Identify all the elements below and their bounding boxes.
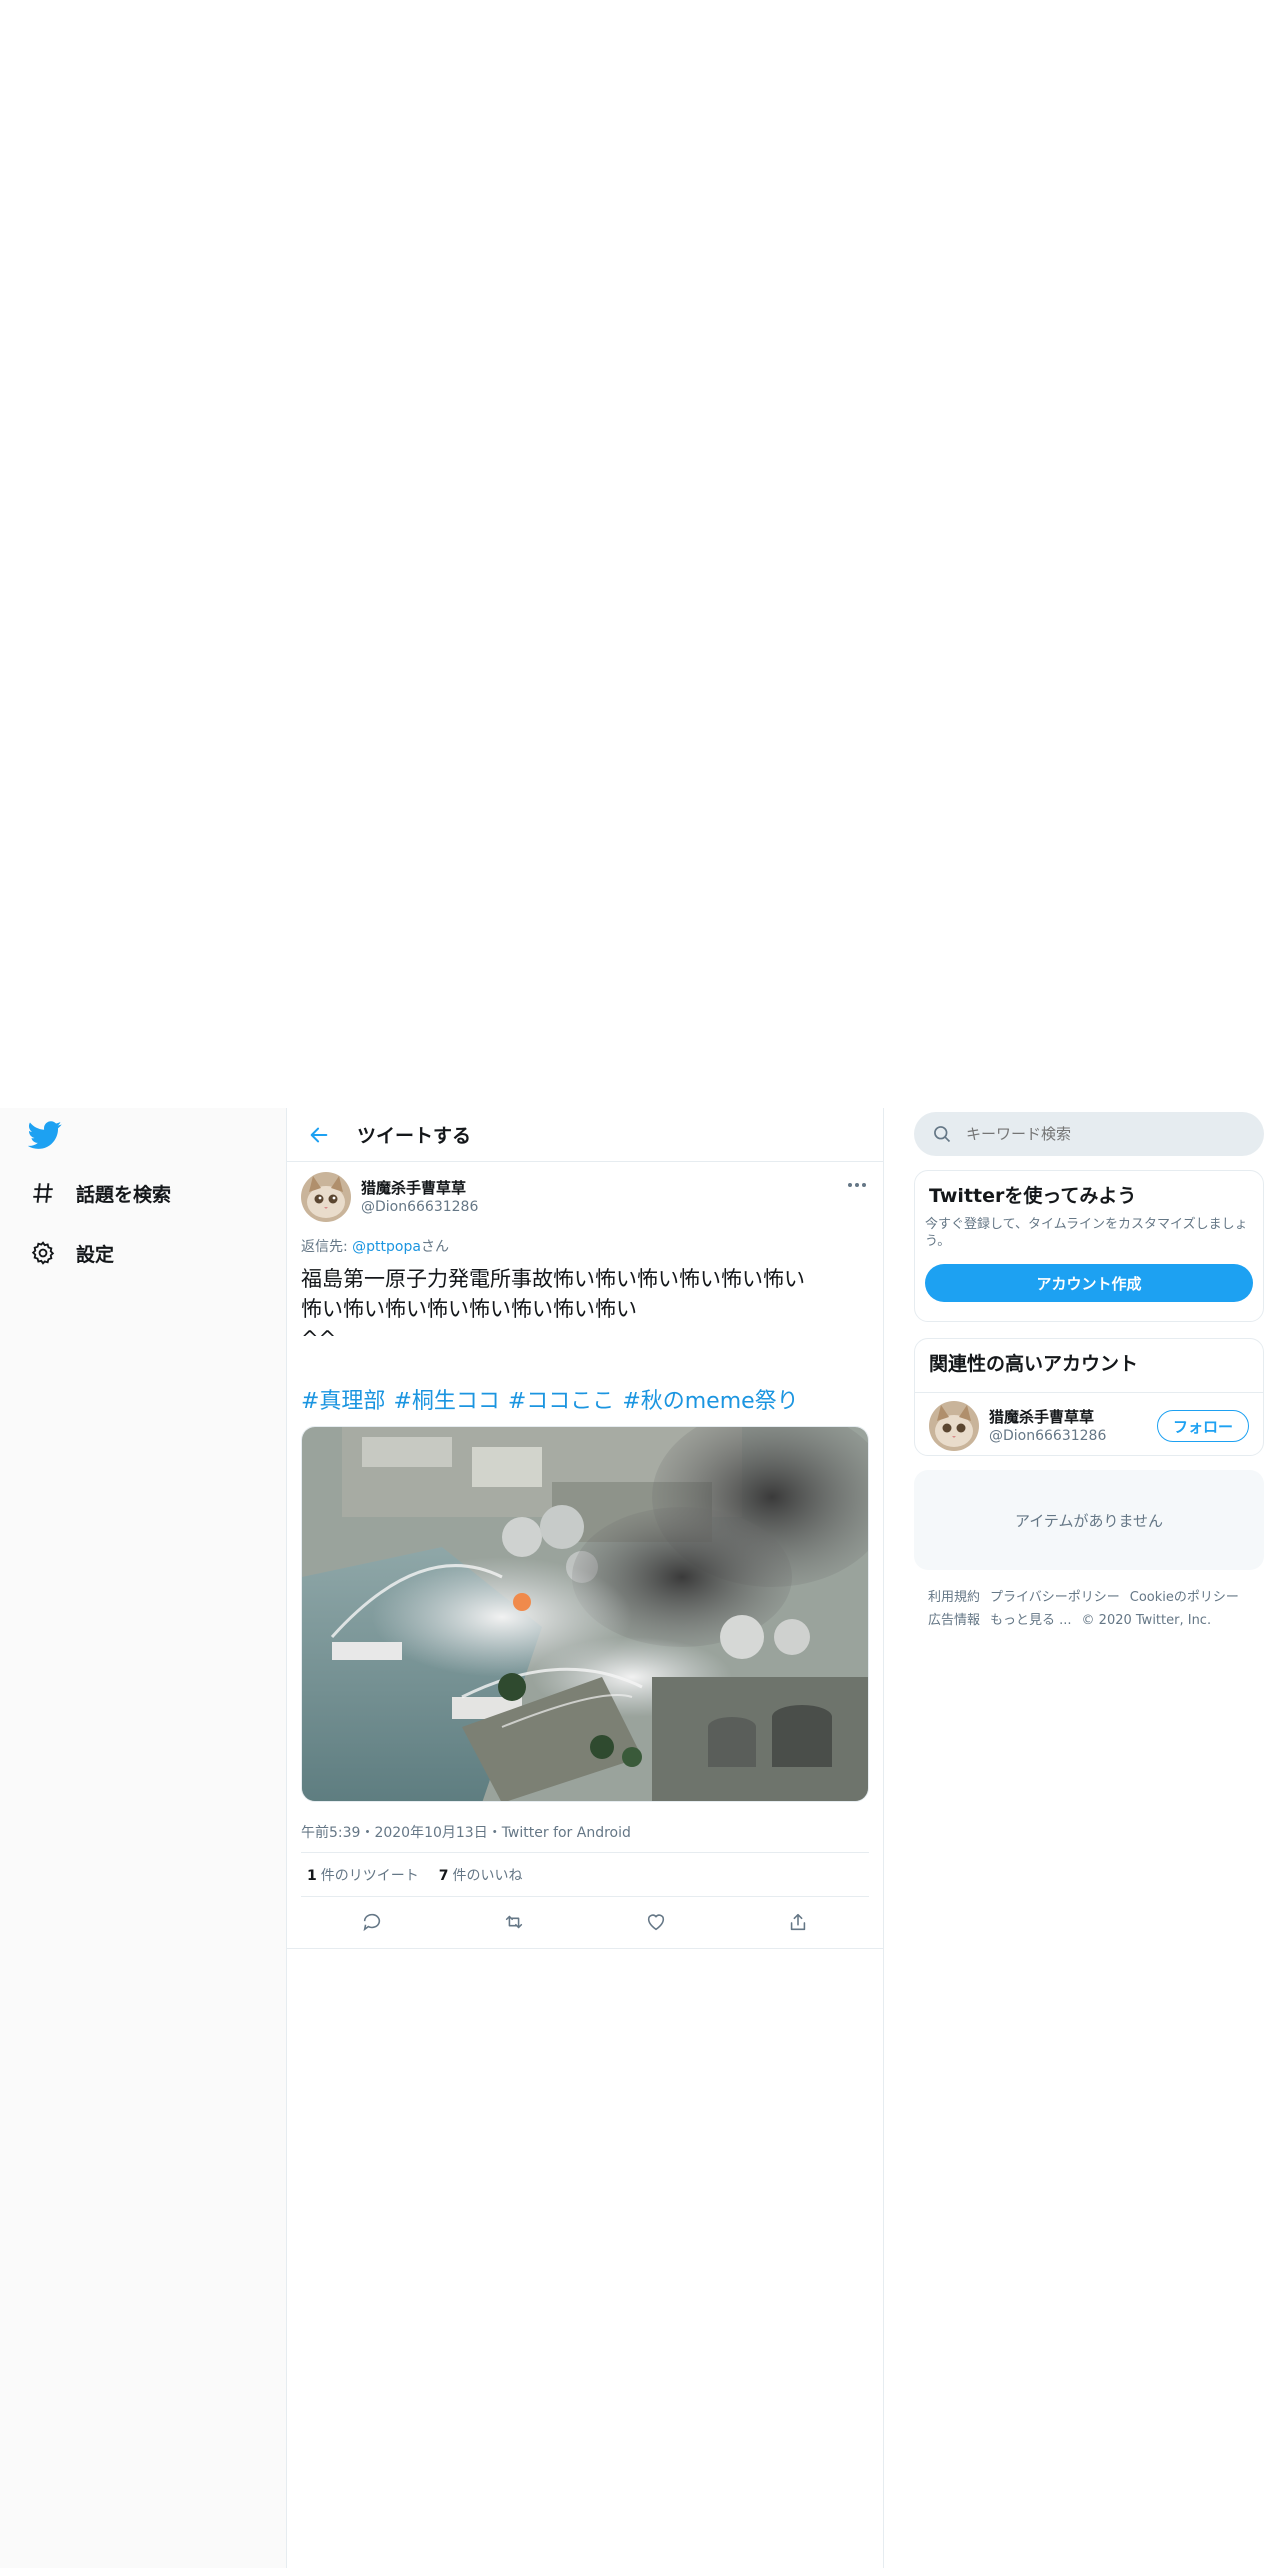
- related-account-handle[interactable]: @Dion66631286: [989, 1427, 1106, 1445]
- page-title: ツイートする: [357, 1125, 472, 1147]
- tweet-stats: 1 件のリツイート 7 件のいいね: [307, 1865, 543, 1885]
- gear-icon: [28, 1238, 58, 1268]
- likes-count: 7: [438, 1868, 449, 1884]
- signup-subtitle: 今すぐ登録して、タイムラインをカスタマイズしましょう。: [925, 1217, 1248, 1249]
- author-handle[interactable]: @Dion66631286: [361, 1198, 478, 1216]
- avatar[interactable]: [301, 1172, 351, 1222]
- search-input[interactable]: [966, 1125, 1246, 1143]
- retweets-label: 件のリツイート: [320, 1868, 419, 1884]
- reply-to: 返信先: @pttpopaさん: [301, 1236, 449, 1256]
- hashtag-list: #真理部 #桐生ココ #ココここ #秋のmeme祭り: [301, 1383, 807, 1415]
- hashtag-link[interactable]: #秋のmeme祭り: [622, 1389, 798, 1414]
- hashtag-link[interactable]: #ココここ: [508, 1389, 614, 1414]
- retweet-icon[interactable]: [494, 1902, 534, 1942]
- hashtag-icon: [28, 1178, 58, 1208]
- trends-empty: アイテムがありません: [914, 1470, 1264, 1570]
- reply-prefix: 返信先:: [301, 1239, 353, 1255]
- hashtag-link[interactable]: #桐生ココ: [393, 1389, 499, 1414]
- tweet-author[interactable]: 猎魔杀手曹草草 @Dion66631286: [301, 1172, 478, 1222]
- tweet-actions: [301, 1898, 869, 1946]
- retweets-count: 1: [307, 1868, 317, 1884]
- retweets-stat[interactable]: 1 件のリツイート: [307, 1865, 419, 1885]
- nav-settings-label: 設定: [76, 1243, 115, 1266]
- search-icon: [932, 1124, 952, 1144]
- footer-link-more[interactable]: もっと見る ...: [990, 1613, 1072, 1628]
- page-header: ツイートする: [287, 1108, 883, 1162]
- signup-card: Twitterを使ってみよう 今すぐ登録して、タイムラインをカスタマイズしましょ…: [914, 1170, 1264, 1322]
- reply-icon[interactable]: [352, 1902, 392, 1942]
- likes-label: 件のいいね: [452, 1868, 523, 1884]
- hashtag-link[interactable]: #真理部: [301, 1389, 385, 1414]
- share-icon[interactable]: [778, 1902, 818, 1942]
- back-arrow-icon[interactable]: [299, 1115, 339, 1155]
- likes-stat[interactable]: 7 件のいいね: [439, 1865, 523, 1885]
- reply-suffix: さん: [420, 1239, 449, 1255]
- create-account-button[interactable]: アカウント作成: [925, 1264, 1253, 1302]
- footer-copyright: © 2020 Twitter, Inc.: [1081, 1613, 1212, 1628]
- search-box[interactable]: [914, 1112, 1264, 1156]
- signup-title: Twitterを使ってみよう: [929, 1185, 1137, 1207]
- nav-settings[interactable]: 設定: [28, 1233, 114, 1273]
- footer-link-cookies[interactable]: Cookieのポリシー: [1130, 1590, 1239, 1605]
- divider: [301, 1896, 869, 1897]
- related-accounts-card: 関連性の高いアカウント 猎魔杀手曹草草 @Dion66631286 フォロー: [914, 1338, 1264, 1456]
- footer-link-terms[interactable]: 利用規約: [928, 1590, 980, 1605]
- tweet-photo[interactable]: [301, 1426, 869, 1802]
- footer: 利用規約 プライバシーポリシー Cookieのポリシー 広告情報 もっと見る ... ©…: [928, 1586, 1258, 1632]
- divider: [287, 1948, 883, 1949]
- nav-explore-label: 話題を検索: [76, 1183, 172, 1206]
- tweet-text: 福島第一原子力発電所事故怖い怖い怖い怖い怖い怖い 怖い怖い怖い怖い怖い怖い怖い怖…: [301, 1267, 805, 1351]
- avatar[interactable]: [929, 1401, 979, 1451]
- related-account-row[interactable]: 猎魔杀手曹草草 @Dion66631286 フォロー: [915, 1393, 1263, 1459]
- footer-link-ads[interactable]: 広告情報: [928, 1613, 980, 1628]
- related-title: 関連性の高いアカウント: [929, 1353, 1139, 1375]
- like-icon[interactable]: [636, 1902, 676, 1942]
- more-options-icon[interactable]: [845, 1176, 869, 1194]
- twitter-logo-icon[interactable]: [27, 1118, 62, 1152]
- blank-area: [0, 0, 1284, 1108]
- related-account-name[interactable]: 猎魔杀手曹草草: [989, 1408, 1106, 1427]
- reply-to-handle-link[interactable]: @pttpopa: [352, 1239, 421, 1255]
- divider: [301, 1852, 869, 1853]
- footer-link-privacy[interactable]: プライバシーポリシー: [990, 1590, 1120, 1605]
- follow-button[interactable]: フォロー: [1157, 1410, 1249, 1442]
- main-column: ツイートする 猎魔杀手曹草草 @Dion66631286 返信先: @pttpo…: [286, 1108, 884, 2568]
- nav-explore[interactable]: 話題を検索: [28, 1173, 171, 1213]
- tweet-meta: 午前5:39・2020年10月13日・Twitter for Android: [301, 1825, 631, 1841]
- author-name[interactable]: 猎魔杀手曹草草: [361, 1179, 478, 1198]
- left-sidebar: [0, 1108, 286, 2568]
